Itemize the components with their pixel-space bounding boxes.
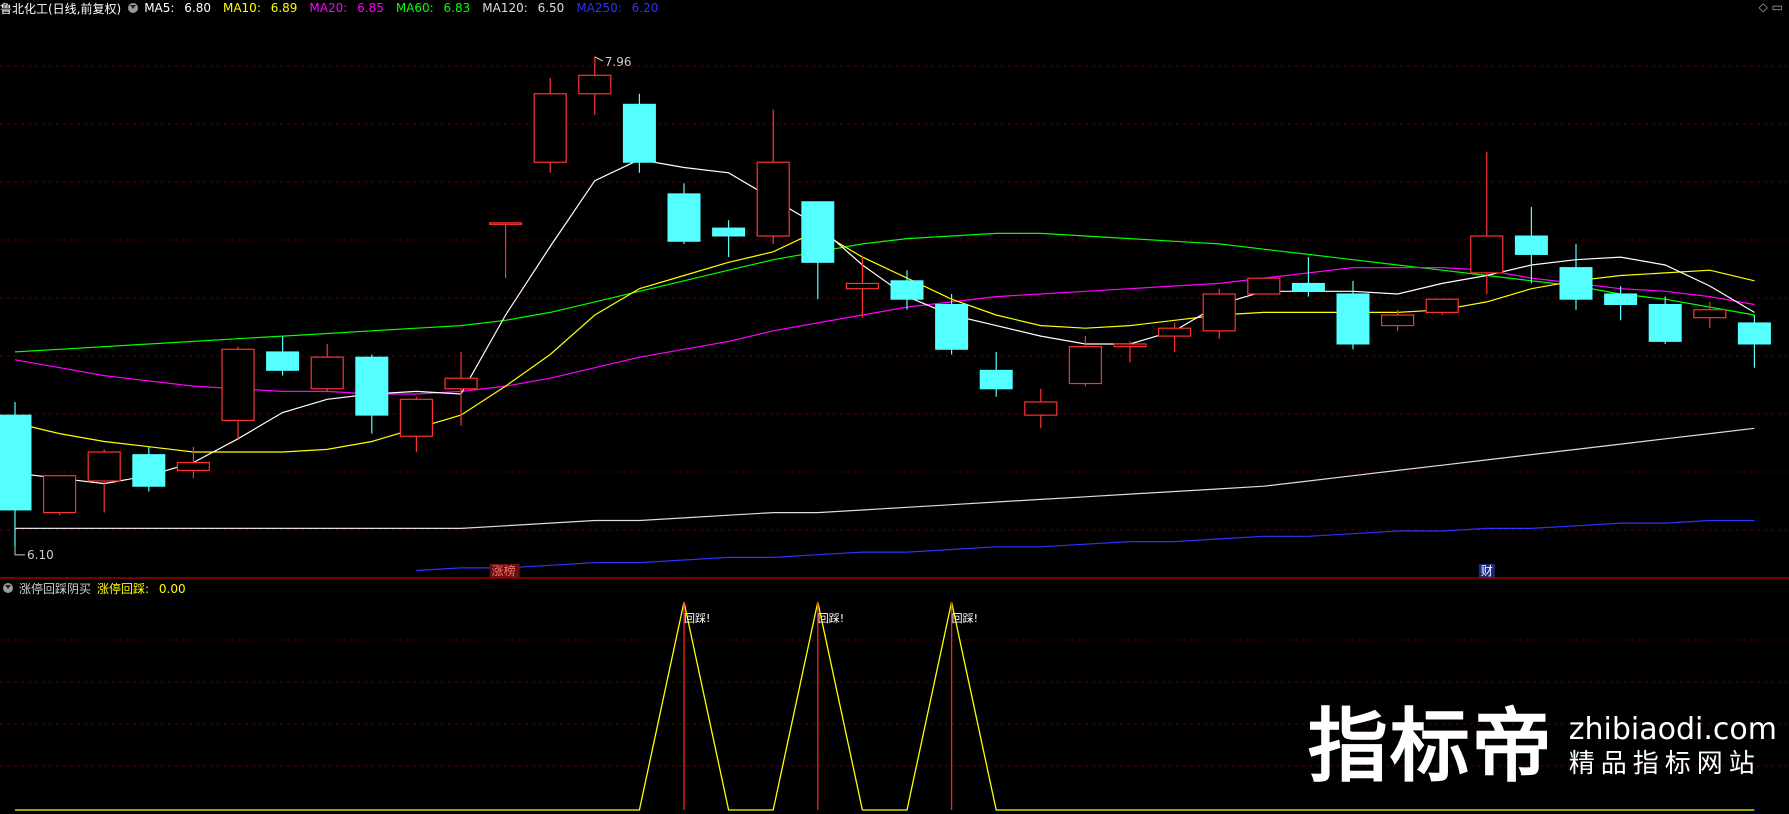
candle-body-up bbox=[756, 161, 790, 237]
kline-chart: 7.96 6.10 涨榜 财回踩! 回踩! 回踩! bbox=[0, 55, 1789, 811]
ma5-line bbox=[14, 158, 1755, 485]
ma250-line bbox=[416, 519, 1755, 572]
candle-body-up bbox=[1693, 309, 1727, 319]
candle-body-up bbox=[1113, 343, 1147, 348]
watermark: 指标帝 zhibiaodi.com 精品指标网站 bbox=[1308, 704, 1777, 790]
low-price-label: 6.10 bbox=[27, 548, 54, 562]
candle-body-down bbox=[1514, 235, 1548, 255]
candle-body-up bbox=[1202, 293, 1236, 332]
candle-body-down bbox=[1604, 293, 1638, 305]
candle-body-up bbox=[1425, 298, 1459, 313]
candle-body-up bbox=[310, 356, 344, 390]
candle-body-up bbox=[533, 93, 567, 163]
candle-body-down bbox=[355, 356, 389, 416]
candle-body-up bbox=[1024, 401, 1058, 416]
candle-body-up bbox=[578, 74, 612, 95]
cai-marker-label: 财 bbox=[1481, 564, 1493, 578]
zt-marker-label: 涨榜 bbox=[492, 563, 516, 578]
candle-body-down bbox=[0, 414, 32, 511]
indicator-peak-label: 回踩! bbox=[818, 612, 844, 625]
candle-body-down bbox=[1737, 322, 1771, 345]
ma20-line bbox=[14, 267, 1755, 395]
high-pointer bbox=[594, 56, 604, 62]
indicator-peak-label: 回踩! bbox=[952, 612, 978, 625]
candle-body-down bbox=[801, 201, 835, 263]
watermark-logo: 指标帝 bbox=[1307, 700, 1554, 793]
indicator-peak-label: 回踩! bbox=[684, 612, 710, 625]
candle-body-up bbox=[845, 282, 880, 290]
candle-body-up bbox=[42, 475, 77, 514]
candle-body-down bbox=[1291, 282, 1325, 292]
watermark-subtitle: 精品指标网站 bbox=[1568, 749, 1761, 779]
candle-body-up bbox=[1247, 277, 1281, 295]
high-price-label: 7.96 bbox=[605, 55, 632, 69]
candle-body-up bbox=[176, 461, 210, 472]
candle-body-down bbox=[890, 280, 924, 300]
candle-body-down bbox=[266, 351, 300, 371]
candle-body-down bbox=[622, 103, 656, 163]
candle-body-up bbox=[399, 398, 433, 437]
candle-body-up bbox=[87, 451, 121, 482]
candle-body-down bbox=[1648, 303, 1682, 342]
watermark-url: zhibiaodi.com bbox=[1568, 712, 1777, 747]
candle-body-up bbox=[1380, 314, 1415, 327]
ma120-line bbox=[15, 427, 1755, 529]
candle-body-up bbox=[1470, 235, 1504, 274]
candle-body-down bbox=[979, 369, 1013, 390]
candle-body-up bbox=[1068, 346, 1103, 385]
candle-body-down bbox=[1336, 293, 1370, 345]
candle-body-down bbox=[712, 227, 746, 237]
candle-body-up bbox=[221, 348, 255, 421]
low-pointer bbox=[14, 546, 25, 556]
candle-body-down bbox=[1559, 267, 1593, 300]
candle-body-down bbox=[935, 303, 969, 350]
candle-body-up bbox=[489, 222, 523, 225]
candle-body-up bbox=[444, 377, 478, 390]
candle-body-down bbox=[132, 454, 166, 487]
candle-body-up bbox=[1157, 327, 1192, 337]
candle-body-down bbox=[667, 193, 701, 242]
